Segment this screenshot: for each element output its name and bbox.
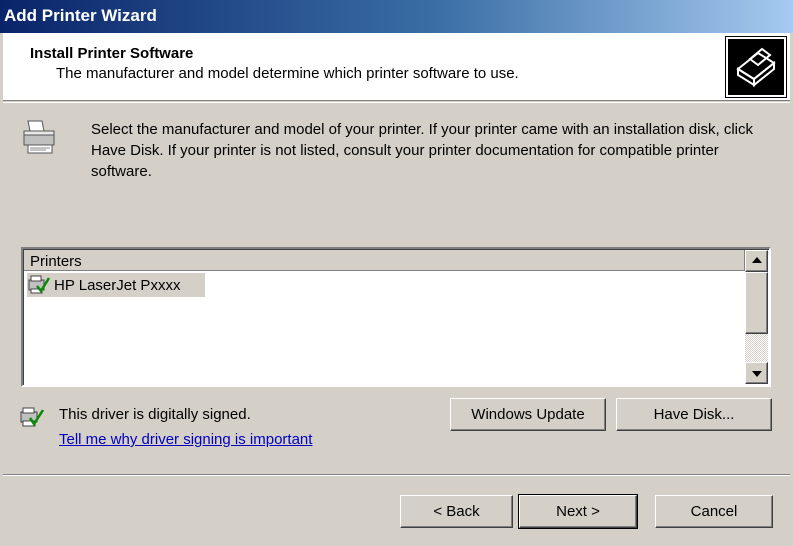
driver-signed-text: This driver is digitally signed. [59,406,251,423]
scroll-down-button[interactable] [745,362,768,384]
wizard-header: Install Printer Software The manufacture… [3,33,790,101]
arrow-up-icon [752,257,762,263]
title-bar[interactable]: Add Printer Wizard [0,0,793,33]
list-item-label: HP LaserJet Pxxxx [54,277,181,294]
next-button[interactable]: Next > [518,494,638,529]
header-separator [3,102,790,103]
driver-signing-link[interactable]: Tell me why driver signing is important [59,431,312,448]
arrow-down-icon [752,371,762,377]
intro-text: Select the manufacturer and model of you… [91,121,753,180]
list-item[interactable]: HP LaserJet Pxxxx [27,273,205,297]
header-title: Install Printer Software [30,45,194,62]
printer-icon [20,117,60,157]
have-disk-button[interactable]: Have Disk... [616,398,772,431]
scroll-up-button[interactable] [745,250,768,272]
signed-driver-icon [28,275,51,295]
windows-update-button[interactable]: Windows Update [450,398,606,431]
signed-driver-icon [20,406,45,428]
footer-separator-highlight [3,475,790,476]
cancel-button[interactable]: Cancel [655,495,773,528]
header-subtitle: The manufacturer and model determine whi… [56,65,519,82]
printers-listbox[interactable]: Printers HP LaserJet Pxxxx [21,247,771,387]
vertical-scrollbar[interactable] [745,250,768,384]
printer-wizard-icon [725,36,787,98]
window-title: Add Printer Wizard [4,6,157,25]
scroll-thumb[interactable] [745,272,768,334]
printers-column-header[interactable]: Printers [24,250,745,271]
back-button[interactable]: < Back [400,495,513,528]
